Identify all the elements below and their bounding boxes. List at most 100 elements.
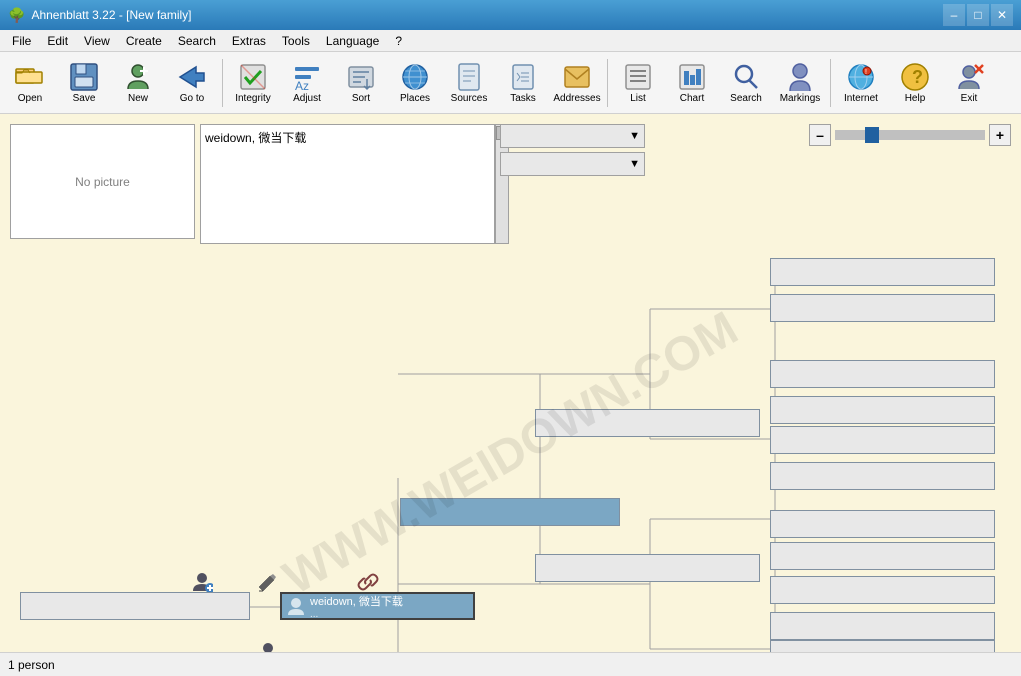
app-icon: 🌳 — [8, 7, 25, 24]
main-person-box[interactable]: weidown, 微当下载 ... — [280, 592, 475, 620]
add-parent-icon[interactable] — [190, 570, 214, 594]
toolbar-exit[interactable]: Exit — [943, 55, 995, 111]
toolbar-sort[interactable]: Sort — [335, 55, 387, 111]
ggp-9-box[interactable] — [770, 576, 995, 604]
menu-extras[interactable]: Extras — [224, 32, 274, 50]
ggp-5-box[interactable] — [770, 426, 995, 454]
parent-male-box[interactable] — [400, 498, 620, 526]
toolbar-places-label: Places — [400, 93, 430, 104]
chart-icon — [676, 61, 708, 93]
search-icon — [730, 61, 762, 93]
ggp-6-box[interactable] — [770, 462, 995, 490]
toolbar-sep-2 — [607, 59, 608, 107]
edit-icon[interactable] — [255, 570, 279, 594]
ggp-10-box[interactable] — [770, 612, 995, 640]
toolbar-tasks-label: Tasks — [510, 93, 536, 104]
toolbar: Open Save New Go to — [0, 52, 1021, 114]
internet-icon: ! — [845, 61, 877, 93]
menu-search[interactable]: Search — [170, 32, 224, 50]
save-icon — [68, 61, 100, 93]
maximize-button[interactable]: □ — [967, 4, 989, 26]
toolbar-list-label: List — [630, 93, 646, 104]
toolbar-save[interactable]: Save — [58, 55, 110, 111]
toolbar-goto[interactable]: Go to — [166, 55, 218, 111]
menu-file[interactable]: File — [4, 32, 39, 50]
menu-bar: File Edit View Create Search Extras Tool… — [0, 30, 1021, 52]
ggp-1-box[interactable] — [770, 258, 995, 286]
toolbar-save-label: Save — [73, 93, 96, 104]
menu-view[interactable]: View — [76, 32, 118, 50]
zoom-controls: – + — [809, 124, 1011, 146]
spouse-box[interactable] — [20, 592, 250, 620]
toolbar-adjust[interactable]: Az Adjust — [281, 55, 333, 111]
svg-text:!: ! — [865, 69, 867, 76]
toolbar-tasks[interactable]: Tasks — [497, 55, 549, 111]
toolbar-addresses[interactable]: Addresses — [551, 55, 603, 111]
info-area: weidown, 微当下载 — [200, 124, 495, 244]
toolbar-integrity-label: Integrity — [235, 93, 271, 104]
toolbar-addresses-label: Addresses — [553, 93, 600, 104]
menu-help[interactable]: ? — [387, 32, 410, 50]
toolbar-chart[interactable]: Chart — [666, 55, 718, 111]
ggp-11-box[interactable] — [770, 640, 995, 652]
zoom-in-button[interactable]: + — [989, 124, 1011, 146]
window-title: Ahnenblatt 3.22 - [New family] — [31, 8, 191, 22]
markings-icon — [784, 61, 816, 93]
menu-tools[interactable]: Tools — [274, 32, 318, 50]
main-area: No picture weidown, 微当下载 ▼ ▼ – + — [0, 114, 1021, 652]
toolbar-sep-3 — [830, 59, 831, 107]
gp-top-box[interactable] — [535, 409, 760, 437]
toolbar-list[interactable]: List — [612, 55, 664, 111]
gp-m-m-box[interactable] — [535, 554, 760, 582]
picture-box: No picture — [10, 124, 195, 239]
goto-icon — [176, 61, 208, 93]
toolbar-integrity[interactable]: Integrity — [227, 55, 279, 111]
dropdown-2[interactable]: ▼ — [500, 152, 645, 176]
zoom-out-button[interactable]: – — [809, 124, 831, 146]
title-bar-controls: – □ ✕ — [943, 4, 1013, 26]
places-icon — [399, 61, 431, 93]
dropdown-1-arrow: ▼ — [629, 130, 640, 142]
toolbar-new[interactable]: New — [112, 55, 164, 111]
toolbar-markings-label: Markings — [780, 93, 821, 104]
zoom-slider[interactable] — [835, 130, 985, 140]
toolbar-open[interactable]: Open — [4, 55, 56, 111]
toolbar-help[interactable]: ? Help — [889, 55, 941, 111]
menu-edit[interactable]: Edit — [39, 32, 76, 50]
ggp-7-box[interactable] — [770, 510, 995, 538]
toolbar-sort-label: Sort — [352, 93, 370, 104]
no-picture-label: No picture — [75, 175, 130, 189]
toolbar-chart-label: Chart — [680, 93, 704, 104]
ggp-4-box[interactable] — [770, 396, 995, 424]
toolbar-search[interactable]: Search — [720, 55, 772, 111]
add-child-icon[interactable] — [256, 640, 280, 652]
ggp-2-box[interactable] — [770, 294, 995, 322]
toolbar-markings[interactable]: Markings — [774, 55, 826, 111]
menu-language[interactable]: Language — [318, 32, 387, 50]
link-icon[interactable] — [356, 570, 380, 594]
title-bar: 🌳 Ahnenblatt 3.22 - [New family] – □ ✕ — [0, 0, 1021, 30]
sources-icon — [453, 61, 485, 93]
menu-create[interactable]: Create — [118, 32, 170, 50]
person-avatar-icon — [286, 596, 306, 616]
minimize-button[interactable]: – — [943, 4, 965, 26]
info-dropdowns: ▼ ▼ — [500, 124, 645, 176]
ggp-8-box[interactable] — [770, 542, 995, 570]
close-button[interactable]: ✕ — [991, 4, 1013, 26]
dropdown-1[interactable]: ▼ — [500, 124, 645, 148]
toolbar-sources-label: Sources — [451, 93, 488, 104]
list-icon — [622, 61, 654, 93]
toolbar-adjust-label: Adjust — [293, 93, 321, 104]
toolbar-places[interactable]: Places — [389, 55, 441, 111]
status-bar: 1 person — [0, 652, 1021, 676]
toolbar-sep-1 — [222, 59, 223, 107]
zoom-thumb[interactable] — [865, 127, 879, 143]
toolbar-sources[interactable]: Sources — [443, 55, 495, 111]
toolbar-new-label: New — [128, 93, 148, 104]
status-text: 1 person — [8, 658, 55, 672]
open-icon — [14, 61, 46, 93]
integrity-icon — [237, 61, 269, 93]
ggp-3-box[interactable] — [770, 360, 995, 388]
adjust-icon: Az — [291, 61, 323, 93]
toolbar-internet[interactable]: ! Internet — [835, 55, 887, 111]
